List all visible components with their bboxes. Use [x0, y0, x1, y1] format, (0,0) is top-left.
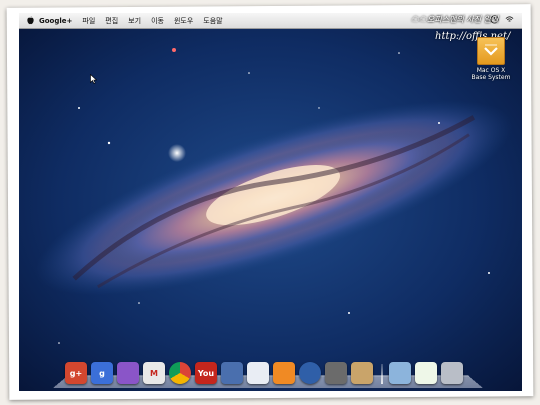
- dock-rss-reader-icon[interactable]: [273, 362, 295, 384]
- watermark-text: ☁☁오피스맨의 사진 일기: [411, 15, 499, 24]
- dock-google-search-label: g: [99, 368, 105, 378]
- dock-google-plus-label: g+: [69, 368, 83, 378]
- dock-gmail-icon[interactable]: M: [143, 362, 165, 384]
- apple-icon[interactable]: [26, 16, 35, 25]
- dock-contacts-icon[interactable]: [221, 362, 243, 384]
- dock: g+ g M You: [65, 360, 467, 384]
- menu-view[interactable]: 보기: [128, 16, 141, 26]
- menu-window[interactable]: 윈도우: [174, 16, 193, 26]
- mouse-cursor-icon: [90, 74, 97, 84]
- dock-picasa-icon[interactable]: [117, 362, 139, 384]
- dock-gmail-label: M: [150, 368, 158, 378]
- menu-app-name[interactable]: Google+: [39, 17, 72, 25]
- desktop-icon-base-system[interactable]: Mac OS X Base System: [467, 37, 515, 81]
- menu-edit[interactable]: 편집: [105, 16, 118, 26]
- dock-slides-icon[interactable]: [247, 362, 269, 384]
- dock-document-icon[interactable]: [415, 362, 437, 384]
- menu-file[interactable]: 파일: [82, 16, 95, 26]
- dock-chrome-icon[interactable]: [169, 362, 191, 384]
- dock-video-reel-icon[interactable]: [325, 362, 347, 384]
- dock-folder-icon[interactable]: [389, 362, 411, 384]
- dock-photos-icon[interactable]: [351, 362, 373, 384]
- dock-trash-icon[interactable]: [441, 362, 463, 384]
- disk-icon: [477, 37, 505, 65]
- desktop-icon-label: Mac OS X Base System: [471, 67, 511, 81]
- desktop-screen: Google+ 파일 편집 보기 이동 윈도우 도움말 ☁☁오피스맨의 사진 일…: [19, 13, 522, 391]
- x-logo-icon: [484, 44, 498, 56]
- dock-music-icon[interactable]: [299, 362, 321, 384]
- menu-help[interactable]: 도움말: [203, 16, 222, 26]
- dock-separator: [381, 364, 383, 384]
- dock-google-plus-icon[interactable]: g+: [65, 362, 87, 384]
- dock-google-search-icon[interactable]: g: [91, 362, 113, 384]
- wifi-icon[interactable]: [505, 15, 514, 24]
- menu-go[interactable]: 이동: [151, 16, 164, 26]
- galaxy-wallpaper: [19, 13, 522, 391]
- dock-youtube-icon[interactable]: You: [195, 362, 217, 384]
- dock-youtube-label: You: [197, 368, 215, 378]
